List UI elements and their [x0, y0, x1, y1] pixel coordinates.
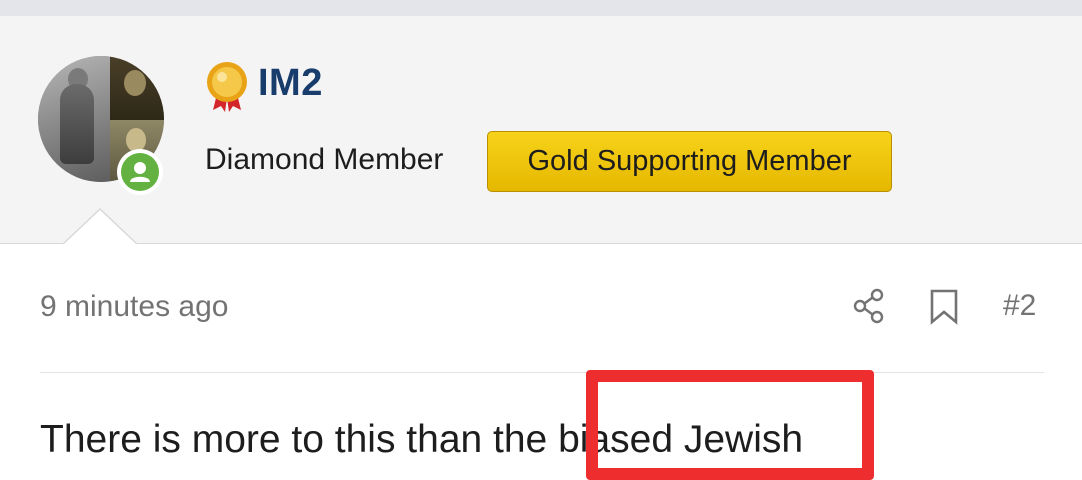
divider: [40, 372, 1044, 373]
post-timestamp[interactable]: 9 minutes ago: [40, 290, 228, 324]
username-link[interactable]: IM2: [258, 62, 323, 105]
avatar-photo-left: [38, 56, 110, 182]
post-number-link[interactable]: #2: [1003, 289, 1036, 323]
share-icon[interactable]: [852, 288, 888, 324]
highlight-annotation-box: [586, 370, 874, 480]
avatar-photo-top-right: [110, 56, 164, 120]
top-bar: [0, 0, 1082, 16]
medal-icon: [207, 62, 247, 112]
user-online-icon: [117, 149, 163, 195]
supporting-member-badge: Gold Supporting Member: [487, 131, 892, 192]
user-rank: Diamond Member: [205, 143, 444, 176]
bookmark-icon[interactable]: [929, 289, 959, 325]
panel-pointer-fill: [63, 210, 137, 245]
